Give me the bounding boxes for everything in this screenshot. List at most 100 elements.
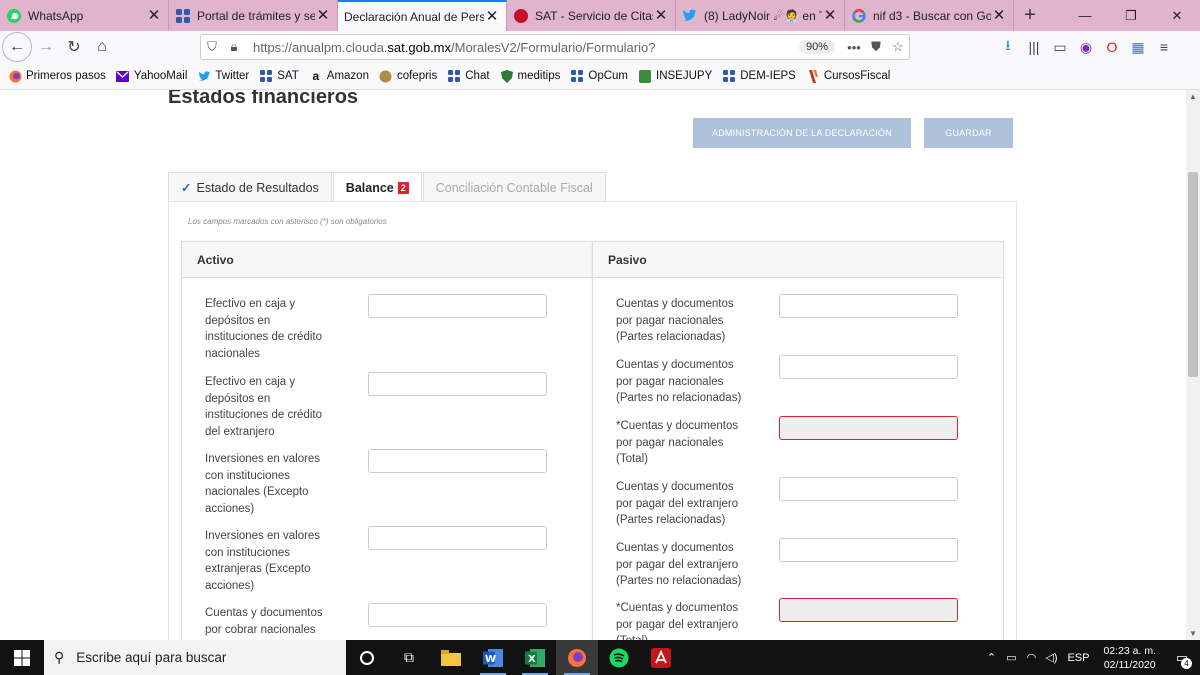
restore-button[interactable]: ❐: [1108, 0, 1154, 31]
bookmark-primeros-pasos[interactable]: Primeros pasos: [8, 69, 106, 83]
extension-icon[interactable]: ◉: [1073, 33, 1099, 61]
twitter-icon: [682, 8, 698, 24]
pagar-nacionales-relacionadas-input[interactable]: [779, 294, 958, 318]
taskbar-acrobat[interactable]: [640, 640, 682, 675]
home-icon: ⌂: [97, 38, 107, 55]
close-icon[interactable]: ✕: [991, 7, 1007, 24]
volume-icon[interactable]: ◁): [1041, 651, 1061, 664]
tab-estado-de-resultados[interactable]: ✓ Estado de Resultados: [168, 172, 332, 202]
clock-date: 02/11/2020: [1103, 658, 1156, 671]
bookmark-sat[interactable]: SAT: [259, 69, 299, 83]
scroll-up-icon[interactable]: ▲: [1189, 92, 1197, 101]
close-icon[interactable]: ✕: [484, 8, 500, 25]
pagar-extranjero-no-relacionadas-input[interactable]: [779, 538, 958, 562]
save-button[interactable]: GUARDAR: [924, 118, 1013, 148]
opera-icon[interactable]: O: [1099, 33, 1125, 61]
scroll-down-icon[interactable]: ▼: [1189, 629, 1197, 638]
bookmark-insejupy[interactable]: INSEJUPY: [638, 69, 712, 83]
bookmark-meditips[interactable]: meditips: [500, 69, 560, 83]
minimize-button[interactable]: —: [1062, 0, 1108, 31]
forward-button[interactable]: →: [32, 33, 60, 61]
battery-icon[interactable]: ▭: [1001, 651, 1021, 664]
browser-tab-label: SAT - Servicio de Citas: [535, 8, 653, 23]
taskbar-search[interactable]: ⚲ Escribe aquí para buscar: [44, 640, 346, 675]
inversiones-extranjeras-input[interactable]: [368, 526, 547, 550]
cuentas-cobrar-nacionales-input[interactable]: [368, 603, 547, 627]
field-label: Efectivo en caja y depósitos en instituc…: [205, 298, 322, 360]
library-icon[interactable]: |||: [1021, 33, 1047, 61]
spotify-icon: [609, 648, 629, 667]
taskbar-file-explorer[interactable]: [430, 640, 472, 675]
page-scrollbar[interactable]: ▲ ▼: [1186, 90, 1200, 640]
language-indicator[interactable]: ESP: [1061, 652, 1095, 664]
cortana-button[interactable]: [346, 640, 388, 675]
wifi-icon[interactable]: ◠: [1021, 651, 1041, 664]
amazon-icon: a: [312, 69, 320, 83]
bookmark-opcum[interactable]: OpCum: [570, 69, 628, 83]
bookmark-amazon[interactable]: a Amazon: [309, 69, 369, 83]
close-icon[interactable]: ✕: [146, 7, 162, 24]
browser-tab-twitter[interactable]: (8) LadyNoir ☄🧑‍💼 en T ✕: [676, 0, 845, 31]
bookmark-twitter[interactable]: Twitter: [197, 69, 249, 83]
reload-button[interactable]: ↻: [60, 33, 88, 61]
sidebar-icon[interactable]: ▭: [1047, 33, 1073, 61]
field-label: Cuentas y documentos por pagar nacionale…: [616, 298, 734, 343]
taskbar-spotify[interactable]: [598, 640, 640, 675]
start-button[interactable]: [0, 640, 44, 675]
sat-icon: [259, 69, 273, 83]
browser-tab-label: WhatsApp: [28, 8, 84, 23]
close-icon[interactable]: ✕: [315, 7, 331, 24]
download-icon[interactable]: ⭳: [995, 33, 1021, 61]
browser-tab-google[interactable]: nif d3 - Buscar con Goog ✕: [845, 0, 1014, 31]
browser-tab-whatsapp[interactable]: WhatsApp ✕: [0, 0, 169, 31]
page-actions-icon[interactable]: •••: [843, 40, 865, 55]
bookmark-label: Amazon: [326, 70, 369, 82]
scrollbar-thumb[interactable]: [1188, 172, 1198, 377]
browser-tab-strip: WhatsApp ✕ Portal de trámites y servi ✕ …: [0, 0, 1200, 31]
new-tab-button[interactable]: +: [1014, 0, 1046, 31]
window-close-button[interactable]: ✕: [1154, 0, 1200, 31]
shield-icon[interactable]: ⛉: [201, 39, 223, 55]
zoom-indicator[interactable]: 90%: [798, 40, 835, 54]
field-label: Inversiones en valores con instituciones…: [205, 453, 321, 515]
browser-tab-label: Declaración Anual de Person: [344, 9, 484, 24]
taskbar-firefox[interactable]: [556, 640, 598, 675]
menu-icon[interactable]: ≡: [1151, 33, 1177, 61]
taskbar-word[interactable]: W: [472, 640, 514, 675]
pagar-nacionales-no-relacionadas-input[interactable]: [779, 355, 958, 379]
home-button[interactable]: ⌂: [88, 33, 116, 61]
lock-icon[interactable]: 🔒︎: [223, 39, 245, 55]
bookmark-cofepris[interactable]: cofepris: [379, 69, 437, 83]
task-view-button[interactable]: ⧉: [388, 640, 430, 675]
efectivo-extranjero-input[interactable]: [368, 372, 547, 396]
inversiones-nacionales-input[interactable]: [368, 449, 547, 473]
chevron-up-icon[interactable]: ⌃: [981, 651, 1001, 664]
pocket-icon[interactable]: ⛊: [865, 39, 887, 55]
browser-tab-portal[interactable]: Portal de trámites y servi ✕: [169, 0, 338, 31]
pagar-extranjero-relacionadas-input[interactable]: [779, 477, 958, 501]
pagar-extranjero-total-input[interactable]: [779, 598, 958, 622]
pagar-nacionales-total-input[interactable]: [779, 416, 958, 440]
bookmark-chat[interactable]: Chat: [447, 69, 490, 83]
efectivo-nacionales-input[interactable]: [368, 294, 547, 318]
firefox-icon: [568, 648, 586, 667]
address-bar[interactable]: ⛉ 🔒︎ https://anualpm.clouda.sat.gob.mx/M…: [200, 34, 910, 60]
close-icon[interactable]: ✕: [822, 7, 838, 24]
browser-tab-citas[interactable]: SAT - Servicio de Citas ✕: [507, 0, 676, 31]
bookmark-yahoomail[interactable]: YahooMail: [116, 69, 187, 83]
tab-balance[interactable]: Balance 2: [332, 172, 422, 202]
admin-declaration-button[interactable]: ADMINISTRACIÓN DE LA DECLARACIÓN: [693, 118, 911, 148]
close-icon[interactable]: ✕: [653, 7, 669, 24]
bookmark-cursosfiscal[interactable]: CursosFiscal: [806, 69, 890, 83]
tab-conciliacion-contable-fiscal[interactable]: Conciliación Contable Fiscal: [422, 172, 606, 202]
action-center-button[interactable]: ▭ 4: [1164, 640, 1200, 675]
browser-tab-declaracion[interactable]: Declaración Anual de Person ✕: [338, 0, 507, 31]
back-button[interactable]: ←: [2, 32, 32, 62]
activo-heading: Activo: [182, 242, 592, 278]
bookmark-star-icon[interactable]: ☆: [887, 39, 909, 55]
url-text[interactable]: https://anualpm.clouda.sat.gob.mx/Morale…: [253, 40, 655, 55]
clock[interactable]: 02:23 a. m. 02/11/2020: [1103, 644, 1156, 672]
taskbar-excel[interactable]: X: [514, 640, 556, 675]
extensions-grid-icon[interactable]: ▦: [1125, 33, 1151, 61]
bookmark-dem-ieps[interactable]: DEM-IEPS: [722, 69, 796, 83]
